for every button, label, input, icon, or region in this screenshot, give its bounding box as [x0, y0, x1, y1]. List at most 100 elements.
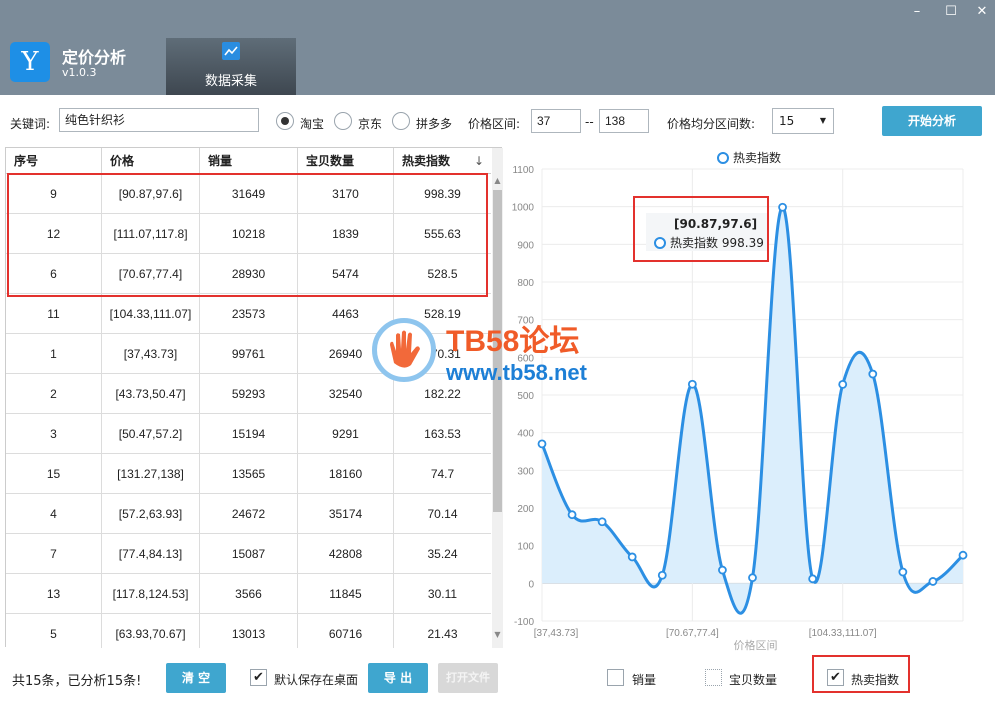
y-tick-label: 900 — [517, 240, 534, 251]
app-name: 定价分析 — [62, 48, 127, 67]
cell-sales: 59293 — [200, 374, 298, 414]
radio-jingdong-label: 京东 — [358, 117, 383, 131]
data-point — [627, 552, 637, 562]
y-tick-label: 300 — [517, 466, 534, 477]
cell-sales: 3566 — [200, 574, 298, 614]
y-tick-label: 1000 — [512, 203, 535, 214]
data-point — [778, 202, 787, 212]
table-scrollbar[interactable]: ▲ ▼ — [492, 148, 503, 648]
cell-price: [37,43.73] — [102, 334, 200, 374]
data-point — [748, 573, 757, 583]
export-button[interactable]: 导 出 — [368, 663, 428, 693]
header-price[interactable]: 价格 — [102, 148, 200, 174]
clear-button[interactable]: 清 空 — [166, 663, 226, 693]
x-tick-label: [37,43.73] — [534, 628, 579, 639]
radio-jingdong[interactable] — [334, 112, 352, 130]
highlight-top-rows — [7, 173, 488, 297]
cell-price: [57.2,63.93] — [102, 494, 200, 534]
cell-index: 7 — [6, 534, 102, 574]
cell-item-count: 9291 — [298, 414, 394, 454]
cell-sales: 15087 — [200, 534, 298, 574]
table-row[interactable]: 2 [43.73,50.47] 59293 32540 182.22 — [6, 374, 491, 414]
cell-item-count: 35174 — [298, 494, 394, 534]
data-point — [597, 517, 607, 527]
cell-item-count: 32540 — [298, 374, 394, 414]
header-item-count[interactable]: 宝贝数量 — [298, 148, 394, 174]
cell-index: 3 — [6, 414, 102, 454]
price-min-input[interactable]: 37 — [531, 109, 581, 133]
cell-index: 15 — [6, 454, 102, 494]
cell-index: 2 — [6, 374, 102, 414]
data-point — [657, 570, 667, 580]
segments-select[interactable]: 15 ▼ — [772, 108, 834, 134]
save-desktop-label: 默认保存在桌面 — [274, 673, 359, 687]
highlight-hot-index-toggle — [812, 655, 910, 693]
start-analysis-button[interactable]: 开始分析 — [882, 106, 982, 136]
radio-pinduoduo-label: 拼多多 — [416, 117, 453, 131]
cell-index: 13 — [6, 574, 102, 614]
save-desktop-checkbox[interactable]: ✔ — [250, 669, 267, 686]
app-version: v1.0.3 — [62, 66, 97, 79]
cell-price: [63.93,70.67] — [102, 614, 200, 648]
scroll-down-icon[interactable]: ▼ — [492, 630, 503, 640]
header-sales[interactable]: 销量 — [200, 148, 298, 174]
data-point — [928, 577, 938, 586]
table-row[interactable]: 15 [131.27,138] 13565 18160 74.7 — [6, 454, 491, 494]
x-axis-label: 价格区间 — [734, 638, 778, 652]
cell-sales: 15194 — [200, 414, 298, 454]
scroll-up-icon[interactable]: ▲ — [492, 176, 503, 186]
cell-index: 4 — [6, 494, 102, 534]
keyword-input[interactable]: 纯色针织衫 — [59, 108, 259, 132]
cell-price: [104.33,111.07] — [102, 294, 200, 334]
title-bar: – ☐ ✕ Y 定价分析 v1.0.3 数据采集 — [0, 0, 995, 95]
close-button[interactable]: ✕ — [971, 4, 993, 20]
cell-hot-index: 70.14 — [427, 507, 458, 521]
cell-price: [77.4,84.13] — [102, 534, 200, 574]
cell-item-count: 42808 — [298, 534, 394, 574]
table-row[interactable]: 7 [77.4,84.13] 15087 42808 35.24 — [6, 534, 491, 574]
cell-item-count: 11845 — [298, 574, 394, 614]
radio-pinduoduo[interactable] — [392, 112, 410, 130]
price-range-label: 价格区间: — [468, 117, 521, 131]
data-point — [868, 369, 878, 379]
sort-desc-icon[interactable]: ↓ — [474, 148, 484, 174]
highlight-tooltip — [633, 196, 769, 262]
cell-price: [117.8,124.53] — [102, 574, 200, 614]
x-tick-label: [104.33,111.07] — [809, 628, 877, 639]
cell-item-count: 60716 — [298, 614, 394, 648]
chevron-down-icon: ▼ — [819, 116, 826, 125]
maximize-button[interactable]: ☐ — [940, 4, 962, 20]
table-row[interactable]: 3 [50.47,57.2] 15194 9291 163.53 — [6, 414, 491, 454]
toggle-item-count-checkbox[interactable] — [705, 669, 722, 686]
app-logo-icon: Y — [10, 42, 50, 82]
minimize-button[interactable]: – — [906, 4, 928, 20]
cell-price: [131.27,138] — [102, 454, 200, 494]
cell-sales: 13013 — [200, 614, 298, 648]
price-max-input[interactable]: 138 — [599, 109, 649, 133]
segments-value: 15 — [779, 114, 795, 128]
open-file-button[interactable]: 打开文件 — [438, 663, 498, 693]
radio-taobao[interactable] — [276, 112, 294, 130]
segments-label: 价格均分区间数: — [667, 117, 756, 131]
watermark-url: www.tb58.net — [446, 360, 587, 385]
keyword-label: 关键词: — [10, 117, 51, 131]
tab-data-collection[interactable]: 数据采集 — [166, 38, 296, 95]
toggle-sales-checkbox[interactable] — [607, 669, 624, 686]
data-point — [958, 550, 968, 560]
data-point — [687, 379, 697, 389]
radio-taobao-label: 淘宝 — [300, 117, 325, 131]
table-row[interactable]: 4 [57.2,63.93] 24672 35174 70.14 — [6, 494, 491, 534]
cell-index: 5 — [6, 614, 102, 648]
table-row[interactable]: 5 [63.93,70.67] 13013 60716 21.43 — [6, 614, 491, 648]
cell-sales: 13565 — [200, 454, 298, 494]
cell-hot-index: 163.53 — [424, 427, 461, 441]
y-tick-label: 200 — [517, 504, 534, 515]
y-tick-label: 1100 — [512, 165, 534, 176]
table-row[interactable]: 13 [117.8,124.53] 3566 11845 30.11 — [6, 574, 491, 614]
cell-index: 11 — [6, 294, 102, 334]
watermark-hand-icon — [372, 318, 436, 382]
tab-label: 数据采集 — [204, 74, 257, 89]
data-point — [838, 379, 848, 389]
header-index[interactable]: 序号 — [6, 148, 102, 174]
data-point — [537, 439, 547, 449]
